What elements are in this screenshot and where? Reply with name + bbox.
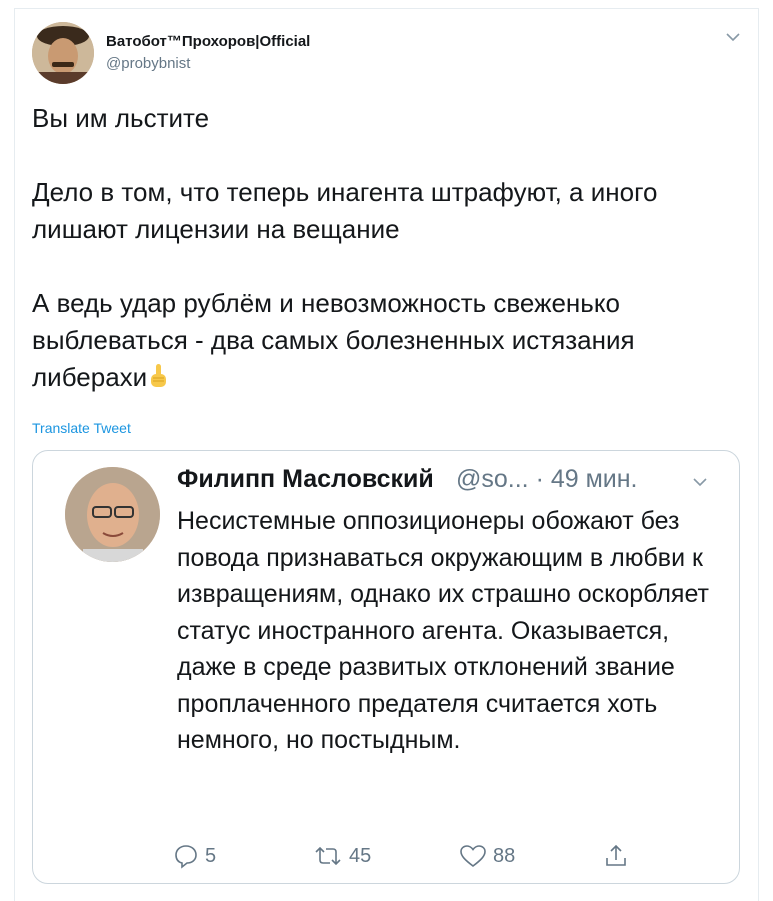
left-border (14, 8, 15, 901)
author-avatar[interactable] (32, 22, 94, 84)
top-divider (14, 8, 759, 9)
share-icon (606, 844, 626, 866)
quoted-text: Несистемные оппозиционеры обожают без по… (177, 507, 709, 754)
quoted-author-name[interactable]: Филипп Масловский (177, 465, 434, 494)
translate-tweet-link[interactable]: Translate Tweet (32, 420, 131, 436)
quoted-author-avatar[interactable] (65, 467, 160, 562)
chevron-down-icon[interactable] (722, 26, 744, 48)
reply-icon (175, 845, 197, 869)
retweet-button[interactable]: 45 (313, 839, 371, 873)
retweet-count: 45 (349, 844, 372, 867)
reply-button[interactable]: 5 (173, 839, 216, 873)
like-count: 88 (493, 844, 516, 867)
like-button[interactable]: 88 (459, 839, 515, 873)
reply-count: 5 (205, 844, 217, 867)
retweet-icon (315, 846, 341, 866)
tweet-paragraph: Вы им льстите (32, 103, 210, 133)
quoted-handle-time[interactable]: @so... · 49 мин. (456, 465, 638, 494)
heart-icon (460, 845, 486, 868)
tweet-text: Вы им льстите Дело в том, что теперь ина… (32, 100, 732, 396)
quoted-tweet[interactable]: Филипп Масловский @so... · 49 мин. Несис… (32, 450, 740, 884)
tweet-paragraph: Дело в том, что теперь инагента штрафуют… (32, 177, 658, 244)
action-bar: 5 45 88 (173, 839, 673, 873)
share-button[interactable] (603, 839, 629, 873)
pointing-up-icon (147, 362, 169, 390)
right-border (758, 8, 759, 901)
chevron-down-icon[interactable] (689, 471, 711, 493)
author-handle[interactable]: @probybnist (106, 55, 190, 72)
tweet-paragraph: А ведь удар рублём и невозможность свеже… (32, 288, 635, 392)
author-display-name[interactable]: Ватобот™Прохоров|Official (106, 33, 310, 50)
